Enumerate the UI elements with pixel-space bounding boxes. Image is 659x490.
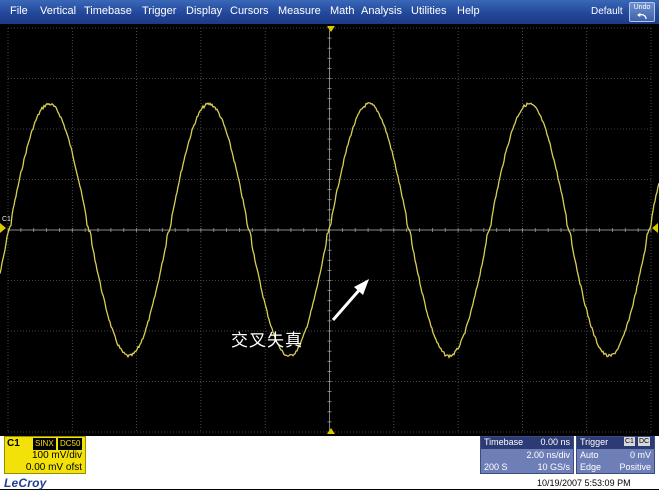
menu-timebase[interactable]: Timebase xyxy=(84,5,132,17)
brand-logo: LeCroy xyxy=(4,476,47,490)
menu-vertical[interactable]: Vertical xyxy=(40,5,76,17)
channel-name: C1 xyxy=(7,438,20,449)
undo-arrow-icon xyxy=(637,12,647,20)
channel-coupling-tag: DC50 xyxy=(58,438,83,450)
trigger-level-marker[interactable] xyxy=(652,223,658,233)
timebase-descriptor[interactable]: Timebase 0.00 ns 2.00 ns/div 200 S 10 GS… xyxy=(480,436,574,474)
menu-display[interactable]: Display xyxy=(186,5,222,17)
graticule xyxy=(7,27,652,433)
trigger-header: Trigger C1 DC xyxy=(577,437,654,449)
status-area: C1 SINX DC50 100 mV/div 0.00 mV ofst Tim… xyxy=(0,436,659,490)
trigger-level: 0 mV xyxy=(629,450,651,460)
annotation-arrow-icon xyxy=(331,279,369,321)
timestamp: 10/19/2007 5:53:09 PM xyxy=(537,478,631,488)
menu-help[interactable]: Help xyxy=(457,5,480,17)
trigger-descriptor[interactable]: Trigger C1 DC Auto 0 mV Edge Positive xyxy=(576,436,655,474)
default-setup-button[interactable]: Default xyxy=(591,6,623,17)
menu-measure[interactable]: Measure xyxy=(278,5,321,17)
trigger-position-marker-bottom[interactable] xyxy=(327,428,335,434)
menu-math[interactable]: Math xyxy=(330,5,354,17)
menu-analysis[interactable]: Analysis xyxy=(361,5,402,17)
undo-button[interactable]: Undo xyxy=(629,2,655,22)
timebase-tdiv: 2.00 ns/div xyxy=(526,450,570,460)
waveform-grid: C1 xyxy=(0,26,659,434)
timebase-title: Timebase xyxy=(484,437,524,447)
timebase-delay: 0.00 ns xyxy=(540,437,570,447)
trigger-type: Edge xyxy=(580,462,602,472)
channel-label-tag: SINX xyxy=(33,438,56,450)
channel-ground-marker[interactable] xyxy=(0,223,6,233)
menu-utilities[interactable]: Utilities xyxy=(411,5,446,17)
channel-vdiv: 100 mV/div xyxy=(31,450,82,461)
trigger-coupling-tag: DC xyxy=(638,437,651,446)
channel-1-descriptor[interactable]: C1 SINX DC50 100 mV/div 0.00 mV ofst xyxy=(4,436,86,474)
trigger-position-marker-top[interactable] xyxy=(327,26,335,32)
menu-cursors[interactable]: Cursors xyxy=(230,5,269,17)
trigger-mode: Auto xyxy=(580,450,599,460)
trigger-source-tag: C1 xyxy=(624,437,635,446)
channel-marker-label: C1 xyxy=(2,216,11,223)
menu-file[interactable]: File xyxy=(10,5,28,17)
channel-offset: 0.00 mV ofst xyxy=(25,462,82,473)
timebase-sample-rate: 10 GS/s xyxy=(537,462,570,472)
crossover-distortion-label: 交叉失真 xyxy=(231,331,303,351)
timebase-points: 200 S xyxy=(484,462,508,472)
waveform-display[interactable]: C1 交叉失真 xyxy=(0,24,659,436)
undo-label: Undo xyxy=(633,4,651,11)
timebase-header: Timebase 0.00 ns xyxy=(481,437,573,449)
trigger-title: Trigger xyxy=(580,437,609,447)
menu-trigger[interactable]: Trigger xyxy=(142,5,176,17)
trigger-slope: Positive xyxy=(619,462,651,472)
menu-bar: File Vertical Timebase Trigger Display C… xyxy=(0,0,659,25)
